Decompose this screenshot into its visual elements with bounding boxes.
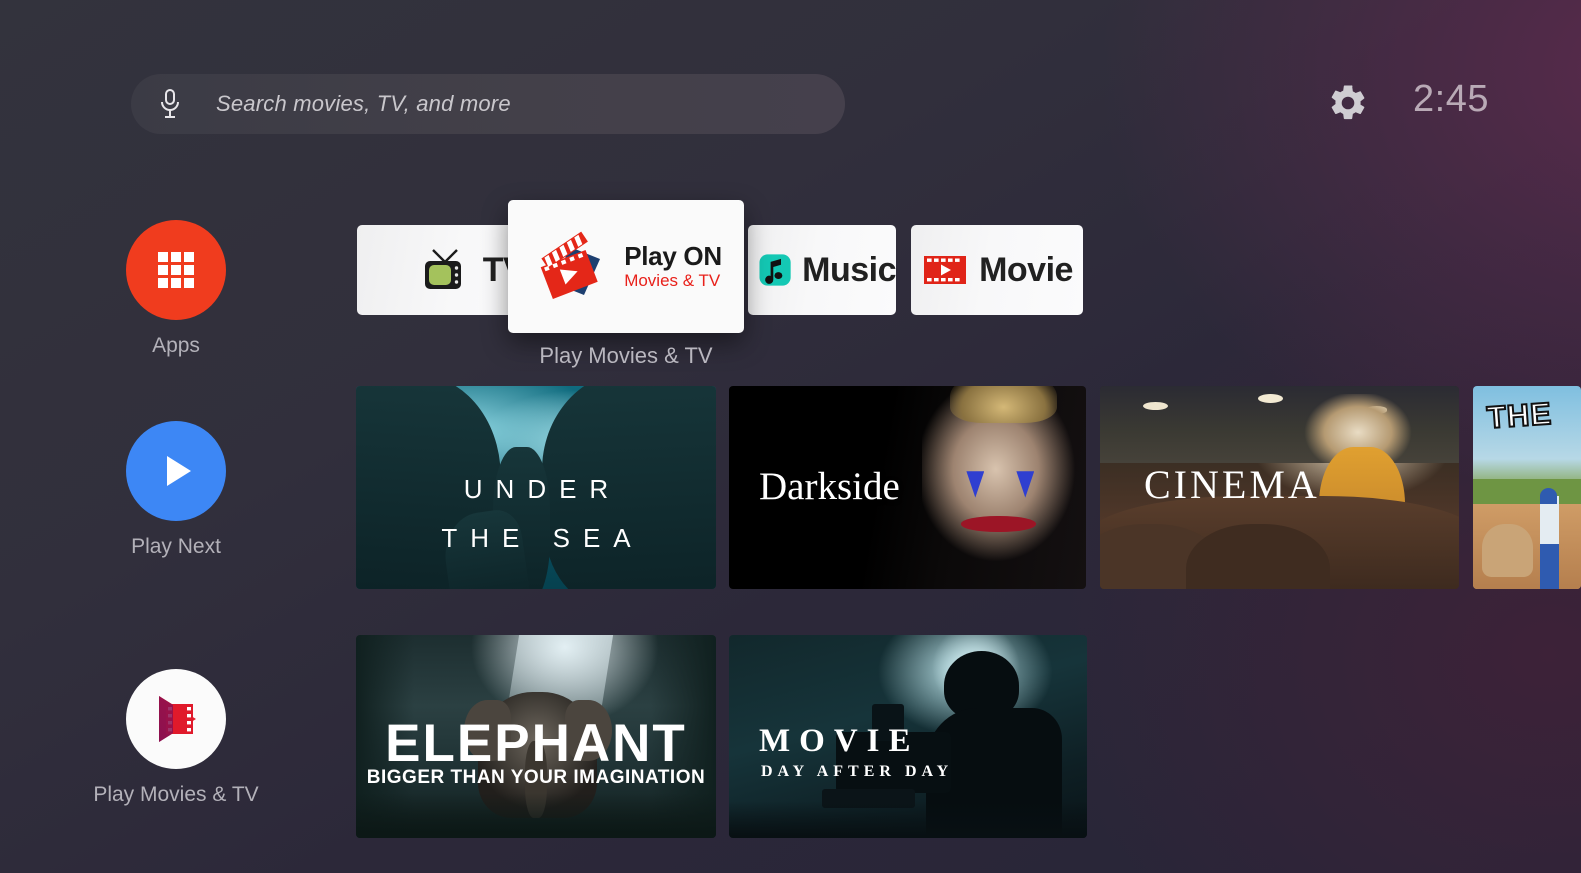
search-placeholder-text: Search movies, TV, and more: [216, 91, 511, 116]
play-on-title: Play ON: [624, 241, 722, 272]
play-on-subtitle: Movies & TV: [624, 271, 721, 291]
content-tile-under-the-sea[interactable]: UNDER THE SEA: [356, 386, 716, 589]
tile-artwork: [1473, 386, 1581, 589]
play-on-text-block: Play ON Movies & TV: [624, 242, 722, 290]
microphone-icon: [161, 89, 179, 118]
film-strip-play-icon: [924, 256, 967, 284]
play-next-circle: [126, 421, 226, 521]
tile-artwork: [729, 635, 1087, 838]
content-tile-darkside[interactable]: Darkside: [729, 386, 1086, 589]
search-input[interactable]: Search movies, TV, and more: [131, 74, 845, 134]
app-card-label: Music: [802, 250, 896, 289]
sidebar-item-play-movies-tv[interactable]: Play Movies & TV: [0, 669, 352, 807]
retro-tv-icon: [424, 249, 461, 289]
sidebar-item-label: Play Movies & TV: [93, 783, 259, 806]
android-tv-launcher: Search movies, TV, and more 2:45 Apps Pl…: [0, 0, 1581, 873]
clock: 2:45: [1413, 78, 1489, 120]
content-tile-elephant[interactable]: ELEPHANT BIGGER THAN YOUR IMAGINATION: [356, 635, 716, 838]
focused-app-caption: Play Movies & TV: [539, 343, 713, 368]
gear-icon[interactable]: [1327, 82, 1369, 124]
content-tile-cinema[interactable]: CINEMA: [1100, 386, 1459, 589]
play-triangle-icon: [167, 456, 191, 486]
sidebar-item-label: Play Next: [131, 535, 221, 558]
app-card-label: Movie: [979, 250, 1073, 289]
sidebar-item-play-next[interactable]: Play Next: [0, 421, 352, 559]
tile-artwork: [356, 386, 716, 589]
tile-artwork: [356, 635, 716, 838]
sidebar-item-label: Apps: [152, 334, 200, 357]
music-note-icon: [759, 254, 791, 286]
play-movies-circle: [126, 669, 226, 769]
apps-circle: [126, 220, 226, 320]
tile-artwork: [1100, 386, 1459, 589]
content-tile-movie-day-after-day[interactable]: MOVIE DAY AFTER DAY: [729, 635, 1087, 838]
sidebar-item-apps[interactable]: Apps: [0, 220, 352, 358]
tile-artwork: [729, 386, 1086, 589]
content-tile-the-partial[interactable]: THE: [1473, 386, 1581, 589]
play-movies-tv-icon: [159, 696, 196, 742]
app-card-music[interactable]: Music: [748, 225, 896, 315]
app-card-play-on-focused[interactable]: Play ON Movies & TV: [508, 200, 744, 333]
clapperboard-play-icon: [540, 231, 601, 299]
apps-grid-icon: [158, 252, 194, 288]
top-bar: Search movies, TV, and more 2:45: [0, 0, 1581, 168]
app-card-movie[interactable]: Movie: [911, 225, 1083, 315]
